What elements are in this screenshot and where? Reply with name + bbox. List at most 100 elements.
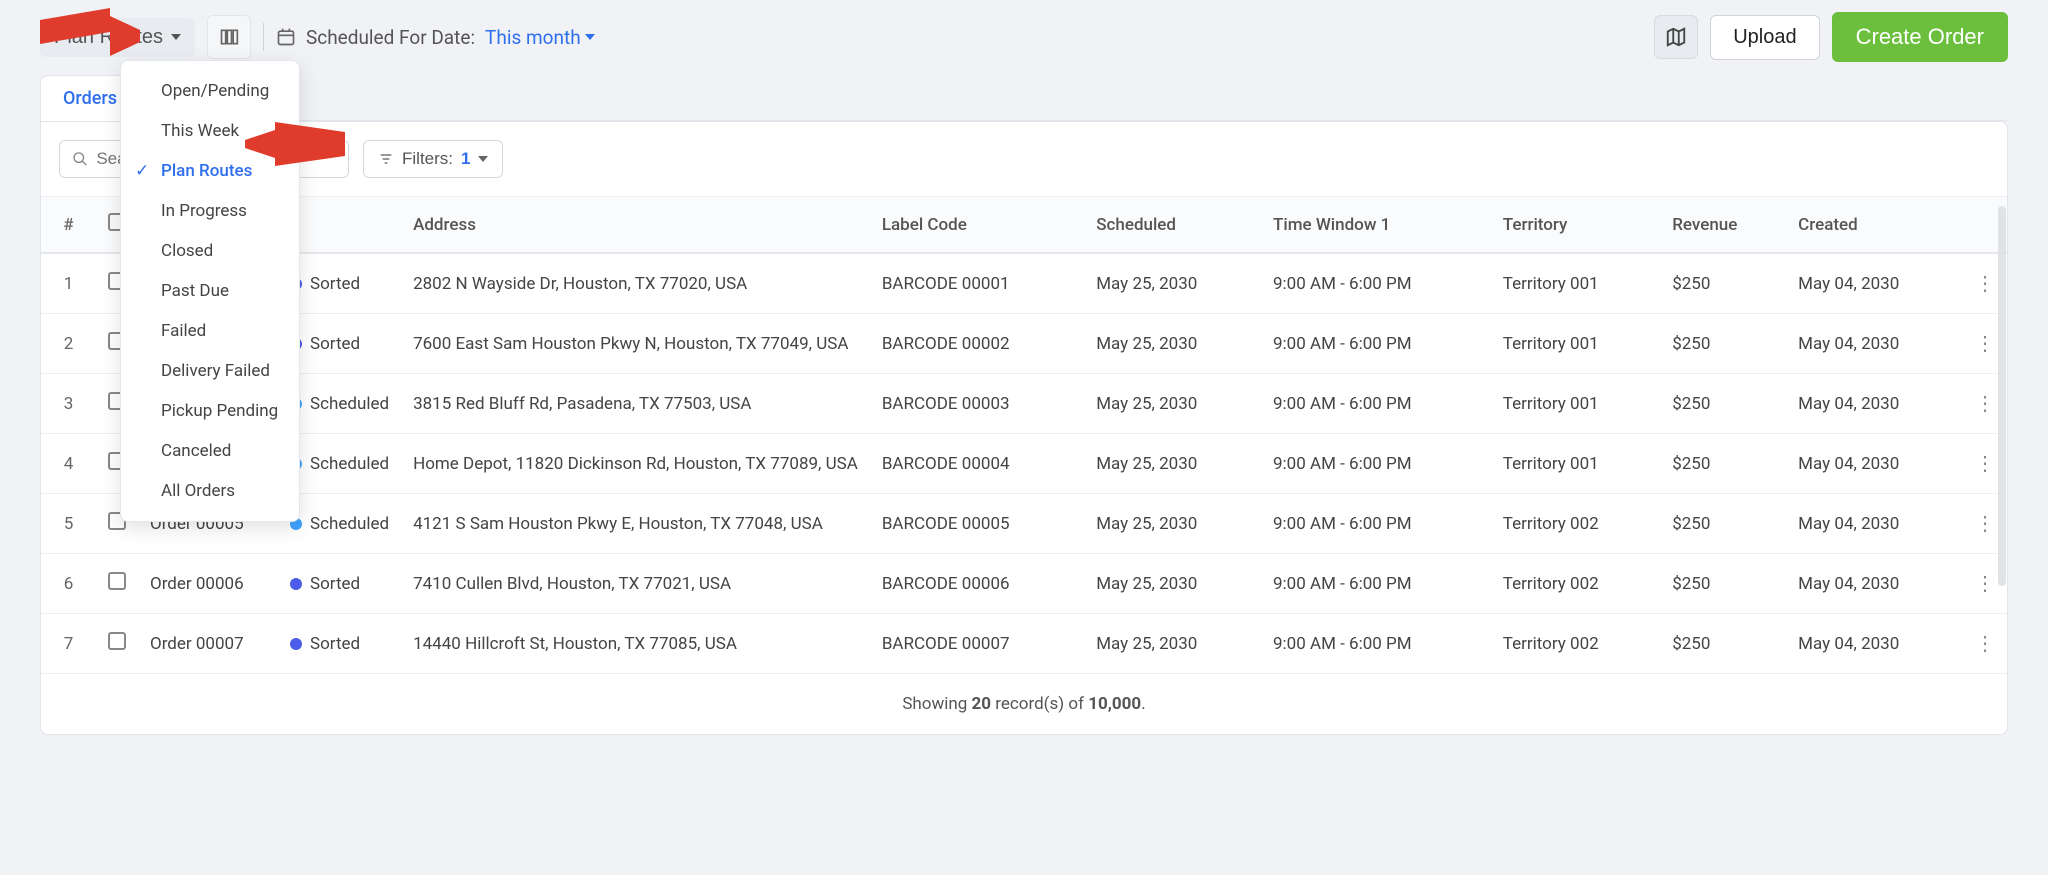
filters-button[interactable]: Filters: 1 [363,140,503,178]
row-address: 7600 East Sam Houston Pkwy N, Houston, T… [401,314,870,374]
dropdown-item[interactable]: Canceled [121,431,299,471]
row-num: 7 [41,614,96,674]
dropdown-item[interactable]: Closed [121,231,299,271]
row-created: May 04, 2030 [1786,374,1963,434]
dropdown-item[interactable]: Past Due [121,271,299,311]
row-label-code: BARCODE 00005 [870,494,1084,554]
row-scheduled: May 25, 2030 [1084,494,1261,554]
row-order: Order 00006 [138,554,278,614]
annotation-arrow [40,8,140,64]
filters-label: Filters: [402,149,453,169]
row-order: Order 00007 [138,614,278,674]
col-created: Created [1786,197,1963,253]
row-checkbox[interactable] [108,572,126,590]
row-label-code: BARCODE 00003 [870,374,1084,434]
table-row[interactable]: 2 Order 00002 Sorted 7600 East Sam Houst… [41,314,2007,374]
dropdown-item[interactable]: Failed [121,311,299,351]
row-address: Home Depot, 11820 Dickinson Rd, Houston,… [401,434,870,494]
row-more-icon[interactable]: ⋮ [1975,511,1995,535]
row-more-icon[interactable]: ⋮ [1975,451,1995,475]
row-revenue: $250 [1660,434,1786,494]
row-time-window: 9:00 AM - 6:00 PM [1261,374,1491,434]
row-time-window: 9:00 AM - 6:00 PM [1261,314,1491,374]
annotation-arrow [245,122,345,166]
caret-down-icon [171,34,181,40]
row-num: 2 [41,314,96,374]
col-num: # [41,197,96,253]
caret-down-icon [478,156,488,162]
scheduled-for-date: Scheduled For Date: This month [276,26,595,49]
scheduled-value-link[interactable]: This month [485,26,595,49]
row-address: 7410 Cullen Blvd, Houston, TX 77021, USA [401,554,870,614]
row-revenue: $250 [1660,494,1786,554]
calendar-icon [276,27,296,47]
row-revenue: $250 [1660,314,1786,374]
table-row[interactable]: 4 Order 00004 Scheduled Home Depot, 1182… [41,434,2007,494]
dropdown-item[interactable]: Pickup Pending [121,391,299,431]
table-row[interactable]: 3 Order 00003 Scheduled 3815 Red Bluff R… [41,374,2007,434]
table-row[interactable]: 7 Order 00007 Sorted 14440 Hillcroft St,… [41,614,2007,674]
row-num: 1 [41,253,96,314]
divider [263,23,264,51]
row-time-window: 9:00 AM - 6:00 PM [1261,554,1491,614]
row-address: 2802 N Wayside Dr, Houston, TX 77020, US… [401,253,870,314]
table-row[interactable]: 6 Order 00006 Sorted 7410 Cullen Blvd, H… [41,554,2007,614]
row-more-icon[interactable]: ⋮ [1975,271,1995,295]
row-label-code: BARCODE 00001 [870,253,1084,314]
dropdown-item[interactable]: Delivery Failed [121,351,299,391]
orders-table: # Address Label Code Scheduled Time Wind… [41,197,2007,674]
dropdown-item[interactable]: All Orders [121,471,299,511]
caret-down-icon [585,34,595,40]
filter-icon [378,151,394,167]
row-territory: Territory 001 [1491,434,1660,494]
col-address: Address [401,197,870,253]
table-row[interactable]: 1 Order 00001 Sorted 2802 N Wayside Dr, … [41,253,2007,314]
row-label-code: BARCODE 00002 [870,314,1084,374]
col-scheduled: Scheduled [1084,197,1261,253]
row-territory: Territory 001 [1491,314,1660,374]
row-address: 14440 Hillcroft St, Houston, TX 77085, U… [401,614,870,674]
upload-button[interactable]: Upload [1710,15,1819,60]
dropdown-item[interactable]: Open/Pending [121,71,299,111]
columns-icon-button[interactable] [207,15,251,59]
row-label-code: BARCODE 00004 [870,434,1084,494]
create-order-button[interactable]: Create Order [1832,12,2008,62]
row-scheduled: May 25, 2030 [1084,434,1261,494]
row-address: 3815 Red Bluff Rd, Pasadena, TX 77503, U… [401,374,870,434]
row-created: May 04, 2030 [1786,494,1963,554]
status-dot-icon [290,578,302,590]
col-revenue: Revenue [1660,197,1786,253]
table-footer: Showing 20 record(s) of 10,000. [41,674,2007,734]
scrollbar[interactable] [1998,206,2006,586]
row-checkbox[interactable] [108,632,126,650]
row-territory: Territory 002 [1491,614,1660,674]
map-icon-button[interactable] [1654,15,1698,59]
row-time-window: 9:00 AM - 6:00 PM [1261,494,1491,554]
row-more-icon[interactable]: ⋮ [1975,631,1995,655]
row-scheduled: May 25, 2030 [1084,374,1261,434]
row-created: May 04, 2030 [1786,554,1963,614]
row-more-icon[interactable]: ⋮ [1975,331,1995,355]
search-icon [72,150,88,168]
row-territory: Territory 001 [1491,253,1660,314]
col-time-window: Time Window 1 [1261,197,1491,253]
filters-count: 1 [461,149,470,169]
row-time-window: 9:00 AM - 6:00 PM [1261,614,1491,674]
row-created: May 04, 2030 [1786,434,1963,494]
row-num: 3 [41,374,96,434]
row-status: Sorted [278,614,401,674]
row-label-code: BARCODE 00006 [870,554,1084,614]
row-scheduled: May 25, 2030 [1084,253,1261,314]
row-revenue: $250 [1660,614,1786,674]
row-scheduled: May 25, 2030 [1084,554,1261,614]
table-row[interactable]: 5 Order 00005 Scheduled 4121 S Sam Houst… [41,494,2007,554]
row-more-icon[interactable]: ⋮ [1975,391,1995,415]
row-created: May 04, 2030 [1786,314,1963,374]
dropdown-item[interactable]: In Progress [121,191,299,231]
scheduled-value: This month [485,26,581,49]
row-scheduled: May 25, 2030 [1084,314,1261,374]
row-status: Sorted [278,554,401,614]
row-territory: Territory 002 [1491,554,1660,614]
row-more-icon[interactable]: ⋮ [1975,571,1995,595]
row-territory: Territory 002 [1491,494,1660,554]
